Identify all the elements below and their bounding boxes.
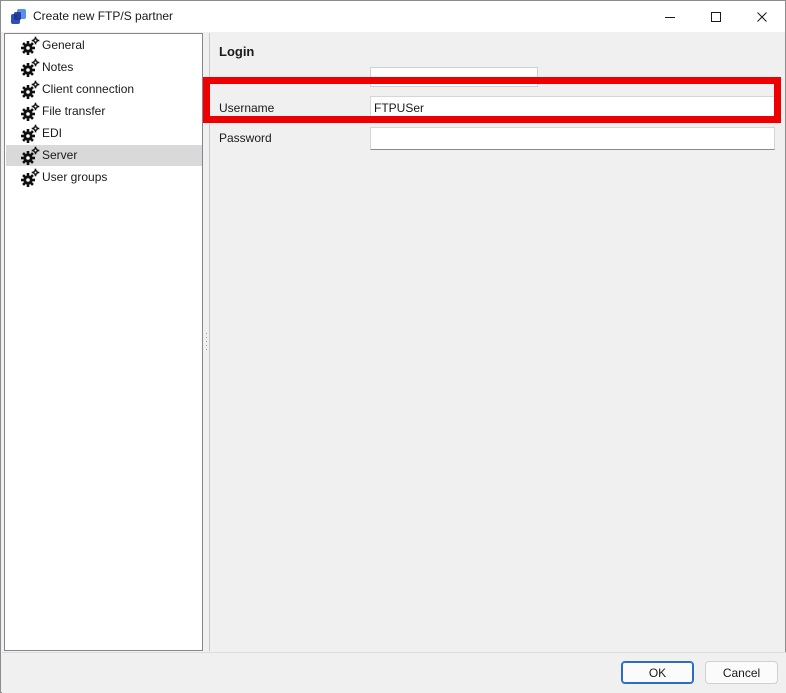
maximize-icon xyxy=(711,11,721,22)
gear-icon xyxy=(21,124,40,143)
nav-item-server[interactable]: Server xyxy=(6,145,202,166)
settings-content-pane xyxy=(209,33,785,651)
gear-icon xyxy=(21,168,40,187)
obscured-field-label xyxy=(219,71,329,79)
close-icon xyxy=(757,11,767,22)
app-logo-icon xyxy=(11,9,26,24)
gear-icon xyxy=(21,58,40,77)
gear-icon xyxy=(21,146,40,165)
nav-item-label: Client connection xyxy=(42,82,135,96)
nav-item-label: Notes xyxy=(42,60,74,74)
nav-item-notes[interactable]: Notes xyxy=(6,57,202,78)
username-input[interactable]: FTPUSer xyxy=(370,96,775,119)
minimize-button[interactable] xyxy=(647,1,693,32)
cancel-button[interactable]: Cancel xyxy=(705,661,778,684)
gear-icon xyxy=(21,36,40,55)
password-input[interactable] xyxy=(370,127,775,150)
nav-item-label: User groups xyxy=(42,170,108,184)
title-bar: Create new FTP/S partner xyxy=(1,1,785,32)
nav-item-general[interactable]: General xyxy=(6,35,202,56)
close-button[interactable] xyxy=(739,1,785,32)
gear-icon xyxy=(21,80,40,99)
ok-button[interactable]: OK xyxy=(621,661,694,684)
nav-item-user-groups[interactable]: User groups xyxy=(6,167,202,188)
nav-item-client-connection[interactable]: Client connection xyxy=(6,79,202,100)
section-title-login: Login xyxy=(219,44,255,59)
nav-item-label: General xyxy=(42,38,85,52)
nav-item-file-transfer[interactable]: File transfer xyxy=(6,101,202,122)
window-title: Create new FTP/S partner xyxy=(33,9,174,23)
password-label: Password xyxy=(219,131,272,145)
nav-item-label: File transfer xyxy=(42,104,106,118)
dialog-window: Create new FTP/S partner General Notes C… xyxy=(0,0,786,693)
username-label: Username xyxy=(219,101,275,115)
maximize-button[interactable] xyxy=(693,1,739,32)
obscured-combo-box[interactable] xyxy=(370,67,538,87)
nav-item-edi[interactable]: EDI xyxy=(6,123,202,144)
nav-item-label: Server xyxy=(42,148,78,162)
splitter-grip-icon[interactable] xyxy=(205,331,208,355)
nav-item-label: EDI xyxy=(42,126,63,140)
settings-nav-tree: General Notes Client connection File tra… xyxy=(4,33,203,651)
gear-icon xyxy=(21,102,40,121)
minimize-icon xyxy=(665,16,675,18)
